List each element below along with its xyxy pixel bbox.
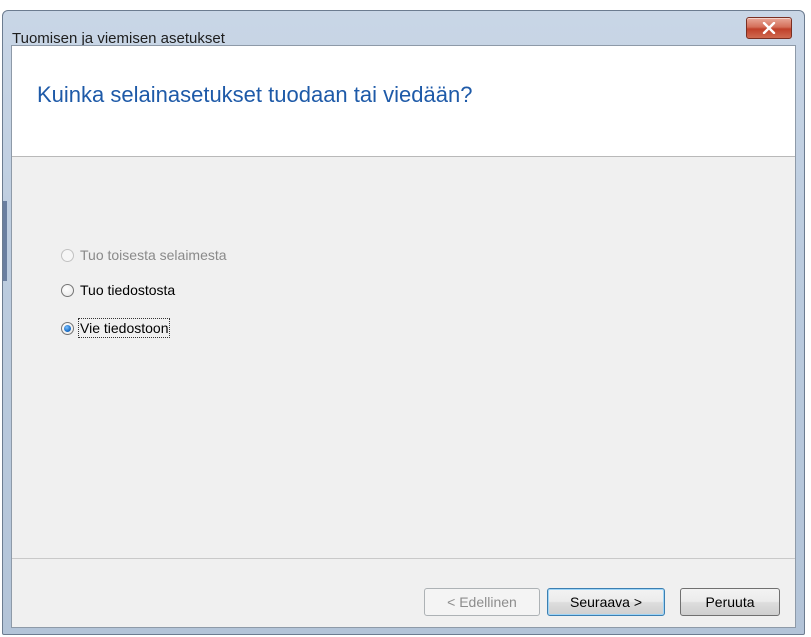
page-heading: Kuinka selainasetukset tuodaan tai viedä…	[37, 82, 473, 107]
close-icon	[762, 22, 776, 34]
option-export-to-file[interactable]: Vie tiedostoon	[61, 318, 171, 338]
option-import-from-browser[interactable]: Tuo toisesta selaimesta	[61, 245, 227, 265]
option-label: Tuo tiedostosta	[80, 282, 176, 298]
dialog-client-area: Kuinka selainasetukset tuodaan tai viedä…	[11, 45, 796, 628]
radio-import-from-file[interactable]	[61, 283, 74, 297]
dialog-window: Tuomisen ja viemisen asetukset Kuinka se…	[2, 10, 805, 635]
window-edge-highlight	[3, 201, 7, 281]
title-bar[interactable]: Tuomisen ja viemisen asetukset	[3, 11, 804, 47]
radio-import-from-browser[interactable]	[61, 248, 74, 262]
button-bar: < Edellinen Seuraava > Peruuta	[12, 559, 795, 627]
back-button[interactable]: < Edellinen	[424, 588, 540, 616]
cancel-button[interactable]: Peruuta	[680, 588, 780, 616]
next-button[interactable]: Seuraava >	[547, 588, 665, 616]
radio-export-to-file[interactable]	[61, 321, 74, 335]
option-label: Tuo toisesta selaimesta	[80, 247, 227, 263]
wizard-body: Tuo toisesta selaimesta Tuo tiedostosta …	[12, 157, 795, 559]
option-import-from-file[interactable]: Tuo tiedostosta	[61, 280, 175, 300]
close-button[interactable]	[746, 17, 792, 39]
option-label: Vie tiedostoon	[77, 318, 171, 338]
wizard-header: Kuinka selainasetukset tuodaan tai viedä…	[12, 46, 795, 157]
